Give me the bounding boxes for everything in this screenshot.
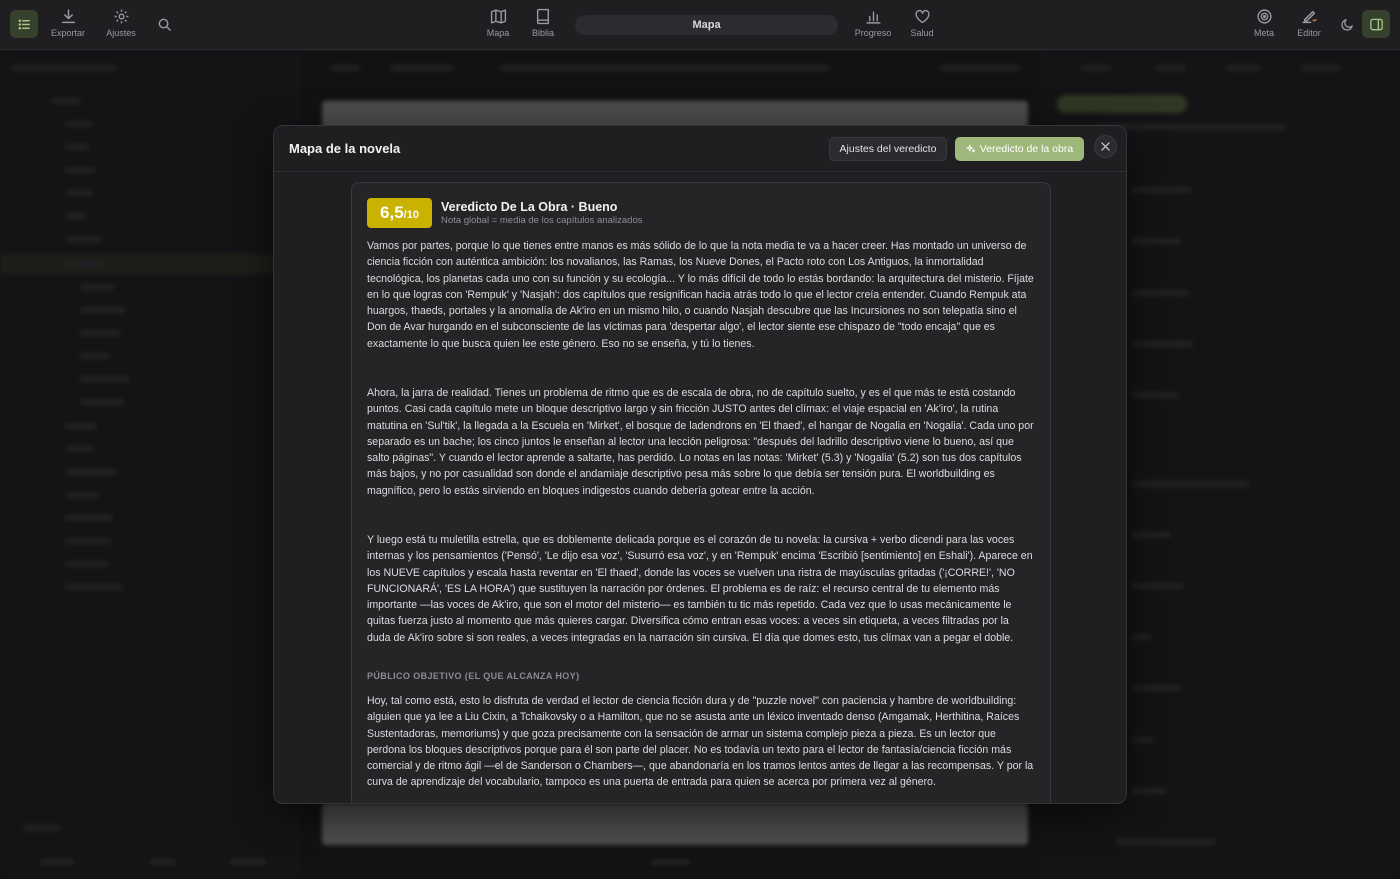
- gear-icon: [114, 9, 128, 24]
- progress-button[interactable]: Progreso: [854, 8, 892, 44]
- verdict-paragraph: Ahora, la jarra de realidad. Tienes un p…: [367, 387, 1034, 497]
- score-value: 6,5: [380, 203, 404, 222]
- goal-label: Meta: [1253, 28, 1274, 38]
- settings-label: Ajustes: [106, 28, 136, 38]
- export-button[interactable]: Exportar: [50, 8, 86, 44]
- modal-title: Mapa de la novela: [289, 141, 401, 156]
- editor-icon: [1301, 10, 1317, 24]
- verdict-card: 6,5/10 Veredicto De La Obra · Bueno Nota…: [351, 182, 1051, 803]
- right-panel-toggle-button[interactable]: [1362, 10, 1390, 38]
- download-icon: [61, 9, 75, 24]
- goal-button[interactable]: Meta: [1250, 8, 1278, 44]
- editor-label: Editor: [1297, 28, 1321, 38]
- top-toolbar: Exportar Ajustes Mapa Biblia Mapa Progre…: [0, 0, 1400, 50]
- verdict-title: Veredicto De La Obra · Bueno: [441, 200, 618, 214]
- health-label: Salud: [910, 28, 934, 38]
- moon-icon: [1340, 18, 1353, 31]
- score-badge: 6,5/10: [367, 198, 432, 228]
- book-icon: [536, 8, 549, 25]
- progress-label: Progreso: [854, 28, 892, 38]
- editor-button[interactable]: Editor: [1294, 8, 1324, 44]
- bar-chart-icon: [865, 11, 881, 24]
- target-icon: [1256, 9, 1272, 24]
- map-icon: [490, 9, 506, 24]
- verdict-settings-button[interactable]: Ajustes del veredicto: [829, 137, 947, 161]
- health-button[interactable]: Salud: [908, 8, 936, 44]
- sidebar-right-icon: [1369, 18, 1383, 30]
- work-verdict-button[interactable]: Veredicto de la obra: [955, 137, 1084, 161]
- work-verdict-label: Veredicto de la obra: [979, 143, 1074, 155]
- map-button[interactable]: Mapa: [484, 8, 512, 44]
- sidebar-toggle-button[interactable]: [10, 10, 38, 38]
- modal-header: Mapa de la novela Ajustes del veredicto …: [274, 126, 1126, 172]
- bible-button[interactable]: Biblia: [529, 8, 557, 44]
- theme-toggle-button[interactable]: [1333, 10, 1361, 38]
- audience-heading: PÚBLICO OBJETIVO (EL QUE ALCANZA HOY): [367, 671, 580, 681]
- map-label: Mapa: [486, 28, 510, 38]
- settings-button[interactable]: Ajustes: [104, 8, 138, 44]
- heart-icon: [914, 9, 930, 24]
- search-icon: [158, 18, 171, 31]
- verdict-paragraph: Vamos por partes, porque lo que tienes e…: [367, 240, 1034, 350]
- novel-map-modal: Mapa de la novela Ajustes del veredicto …: [273, 125, 1127, 804]
- audience-paragraph: Hoy, tal como está, esto lo disfruta de …: [367, 695, 1034, 789]
- export-label: Exportar: [50, 28, 85, 38]
- score-scale: /10: [403, 209, 419, 221]
- search-button[interactable]: [150, 10, 178, 38]
- bible-label: Biblia: [531, 28, 554, 38]
- center-title-pill[interactable]: Mapa: [575, 15, 838, 35]
- list-icon: [18, 18, 30, 30]
- sparkle-icon: [966, 144, 976, 153]
- verdict-subtitle: Nota global = media de los capítulos ana…: [441, 215, 643, 226]
- verdict-paragraph: Y luego está tu muletilla estrella, que …: [367, 534, 1033, 644]
- close-icon: [1101, 142, 1110, 151]
- close-button[interactable]: [1094, 135, 1117, 158]
